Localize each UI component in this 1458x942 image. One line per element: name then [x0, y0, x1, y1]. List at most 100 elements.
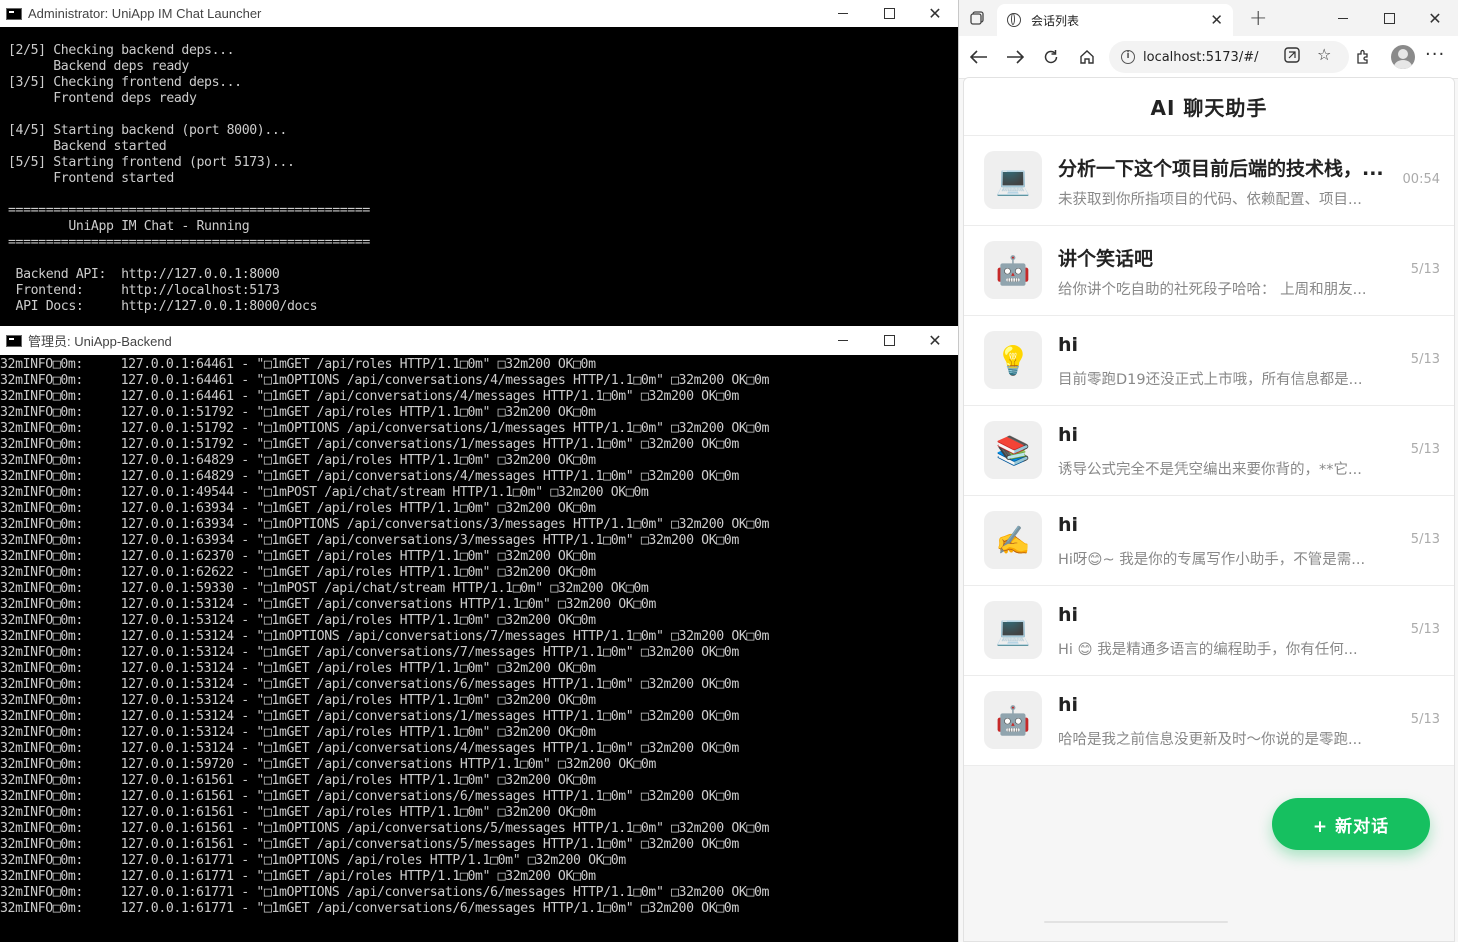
console-line: 32mINFO□0m: 127.0.0.1:53124 - "□1mGET /a…: [0, 693, 596, 708]
conversation-title: hi: [1058, 514, 1079, 536]
console-line: 32mINFO□0m: 127.0.0.1:61561 - "□1mOPTION…: [0, 821, 770, 836]
tab-actions-icon[interactable]: [959, 0, 995, 36]
console-line: 32mINFO□0m: 127.0.0.1:59720 - "□1mGET /a…: [0, 757, 656, 772]
app-header: AI 聊天助手: [964, 78, 1454, 136]
home-indicator: [1044, 921, 1228, 923]
console-line: 32mINFO□0m: 127.0.0.1:53124 - "□1mGET /a…: [0, 645, 739, 660]
console-line: 32mINFO□0m: 127.0.0.1:51792 - "□1mGET /a…: [0, 437, 739, 452]
favorite-star-icon[interactable]: ☆: [1317, 45, 1331, 64]
console-line: 32mINFO□0m: 127.0.0.1:53124 - "□1mGET /a…: [0, 741, 739, 756]
conversation-list: 💻 分析一下这个项目前后端的技术栈，... 未获取到你所指项目的代码、依赖配置、项目…: [964, 136, 1454, 766]
console-line: 32mINFO□0m: 127.0.0.1:64461 - "□1mGET /a…: [0, 357, 596, 372]
conversation-item[interactable]: 🤖 hi 哈哈是我之前信息没更新及时～你说的是零跑... 5/13: [964, 676, 1454, 766]
console-line: 32mINFO□0m: 127.0.0.1:61771 - "□1mOPTION…: [0, 853, 626, 868]
console-line: 32mINFO□0m: 127.0.0.1:63934 - "□1mGET /a…: [0, 533, 739, 548]
conversation-item[interactable]: ✍️ hi Hi呀😊~ 我是你的专属写作小助手，不管是需... 5/13: [964, 496, 1454, 586]
console-line: 32mINFO□0m: 127.0.0.1:61561 - "□1mGET /a…: [0, 805, 596, 820]
conversation-title: 分析一下这个项目前后端的技术栈，...: [1058, 158, 1384, 180]
console-line: Frontend started: [8, 171, 174, 186]
console-line: 32mINFO□0m: 127.0.0.1:61561 - "□1mGET /a…: [0, 773, 596, 788]
more-menu-icon[interactable]: ···: [1425, 44, 1445, 65]
conversation-preview: 诱导公式完全不是凭空编出来要你背的，**它...: [1058, 462, 1362, 478]
conversation-item[interactable]: 💡 hi 目前零跑D19还没正式上市哦，所有信息都是... 5/13: [964, 316, 1454, 406]
maximize-button[interactable]: [1366, 0, 1412, 36]
page-title: AI 聊天助手: [1150, 96, 1268, 120]
console-line: API Docs: http://127.0.0.1:8000/docs: [8, 299, 318, 314]
close-button[interactable]: ✕: [912, 0, 958, 27]
launcher-window: Administrator: UniApp IM Chat Launcher ✕…: [0, 0, 958, 326]
launcher-console-output[interactable]: [2/5] Checking backend deps... Backend d…: [0, 28, 958, 326]
conversation-avatar-icon: 🤖: [984, 241, 1042, 299]
conversation-preview: 给你讲个吃自助的社死段子哈哈： 上周和朋友...: [1058, 282, 1367, 298]
conversation-avatar-icon: ✍️: [984, 511, 1042, 569]
tab-conversation-list[interactable]: 会话列表 ✕: [997, 4, 1233, 36]
console-line: 32mINFO□0m: 127.0.0.1:61561 - "□1mGET /a…: [0, 789, 739, 804]
conversation-title: hi: [1058, 604, 1079, 626]
conversation-time: 5/13: [1410, 442, 1440, 457]
console-line: [5/5] Starting frontend (port 5173)...: [8, 155, 295, 170]
conversation-item[interactable]: 📚 hi 诱导公式完全不是凭空编出来要你背的，**它... 5/13: [964, 406, 1454, 496]
console-line: [3/5] Checking frontend deps...: [8, 75, 242, 90]
forward-icon[interactable]: [997, 39, 1033, 75]
minimize-button[interactable]: [820, 326, 866, 355]
maximize-button[interactable]: [866, 0, 912, 27]
minimize-button[interactable]: [820, 0, 866, 27]
tab-close-icon[interactable]: ✕: [1210, 11, 1223, 29]
console-line: Backend started: [8, 139, 167, 154]
conversation-time: 5/13: [1410, 352, 1440, 367]
console-line: Backend deps ready: [8, 59, 189, 74]
conversation-title: hi: [1058, 694, 1079, 716]
new-tab-button[interactable]: +: [1249, 6, 1267, 31]
conversation-item[interactable]: 💻 hi Hi 😊 我是精通多语言的编程助手，你有任何... 5/13: [964, 586, 1454, 676]
conversation-avatar-icon: 📚: [984, 421, 1042, 479]
backend-title: 管理员: UniApp-Backend: [28, 334, 172, 349]
close-button[interactable]: ✕: [912, 326, 958, 355]
read-aloud-icon[interactable]: [1283, 46, 1301, 68]
new-chat-button[interactable]: + 新对话: [1272, 798, 1430, 850]
console-line: 32mINFO□0m: 127.0.0.1:64461 - "□1mOPTION…: [0, 373, 770, 388]
back-icon[interactable]: [961, 39, 997, 75]
conversation-time: 5/13: [1410, 532, 1440, 547]
browser-toolbar: i localhost:5173/#/ ☆ ···: [959, 36, 1458, 79]
console-line: 32mINFO□0m: 127.0.0.1:63934 - "□1mOPTION…: [0, 517, 770, 532]
address-bar[interactable]: i localhost:5173/#/ ☆: [1109, 41, 1349, 73]
refresh-icon[interactable]: [1033, 39, 1069, 75]
conversation-preview: 哈哈是我之前信息没更新及时～你说的是零跑...: [1058, 732, 1362, 748]
conversation-time: 5/13: [1410, 622, 1440, 637]
conversation-title: hi: [1058, 334, 1079, 356]
home-icon[interactable]: [1069, 39, 1105, 75]
extensions-icon[interactable]: [1345, 39, 1381, 75]
launcher-titlebar[interactable]: Administrator: UniApp IM Chat Launcher ✕: [0, 0, 958, 27]
console-line: 32mINFO□0m: 127.0.0.1:64829 - "□1mGET /a…: [0, 469, 739, 484]
console-line: 32mINFO□0m: 127.0.0.1:53124 - "□1mGET /a…: [0, 725, 596, 740]
console-line: ========================================…: [8, 235, 370, 250]
terminal-icon: [6, 7, 22, 20]
conversation-preview: Hi呀😊~ 我是你的专属写作小助手，不管是需...: [1058, 552, 1366, 568]
conversation-preview: 目前零跑D19还没正式上市哦，所有信息都是...: [1058, 372, 1363, 388]
console-line: 32mINFO□0m: 127.0.0.1:62622 - "□1mGET /a…: [0, 565, 596, 580]
console-line: 32mINFO□0m: 127.0.0.1:59330 - "□1mPOST /…: [0, 581, 649, 596]
conversation-item[interactable]: 🤖 讲个笑话吧 给你讲个吃自助的社死段子哈哈： 上周和朋友... 5/13: [964, 226, 1454, 316]
browser-window: 会话列表 ✕ + ✕ i localhost:5173/#/ ☆ ··· AI …: [958, 0, 1458, 942]
conversation-title: 讲个笑话吧: [1058, 248, 1154, 270]
console-line: UniApp IM Chat - Running: [8, 219, 250, 234]
console-line: Backend API: http://127.0.0.1:8000: [8, 267, 280, 282]
conversation-item[interactable]: 💻 分析一下这个项目前后端的技术栈，... 未获取到你所指项目的代码、依赖配置、项目…: [964, 136, 1454, 226]
console-line: 32mINFO□0m: 127.0.0.1:53124 - "□1mGET /a…: [0, 677, 739, 692]
conversation-time: 00:54: [1402, 172, 1440, 187]
site-info-icon[interactable]: i: [1121, 50, 1135, 64]
console-line: 32mINFO□0m: 127.0.0.1:62370 - "□1mGET /a…: [0, 549, 596, 564]
console-line: 32mINFO□0m: 127.0.0.1:61771 - "□1mGET /a…: [0, 869, 596, 884]
close-button[interactable]: ✕: [1412, 0, 1458, 36]
console-line: Frontend: http://localhost:5173: [8, 283, 280, 298]
maximize-button[interactable]: [866, 326, 912, 355]
backend-window: 管理员: UniApp-Backend ✕ 32mINFO□0m: 127.0.…: [0, 326, 958, 942]
profile-avatar[interactable]: [1391, 45, 1415, 69]
backend-titlebar[interactable]: 管理员: UniApp-Backend ✕: [0, 326, 958, 355]
console-line: 32mINFO□0m: 127.0.0.1:63934 - "□1mGET /a…: [0, 501, 596, 516]
console-line: [4/5] Starting backend (port 8000)...: [8, 123, 287, 138]
backend-console-output[interactable]: 32mINFO□0m: 127.0.0.1:64461 - "□1mGET /a…: [0, 356, 958, 942]
conversation-avatar-icon: 💡: [984, 331, 1042, 389]
minimize-button[interactable]: [1320, 0, 1366, 36]
